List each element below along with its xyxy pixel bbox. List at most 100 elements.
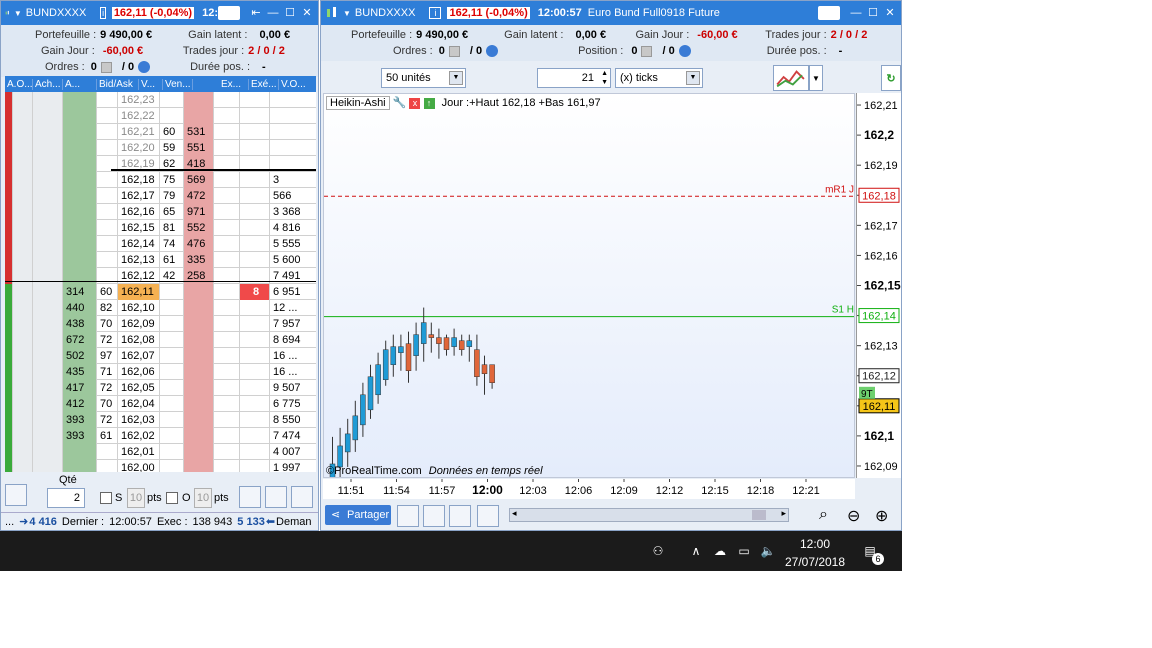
cell-ex[interactable] [240, 299, 270, 316]
volume-icon[interactable]: 🔈 [760, 543, 776, 559]
cell-v[interactable]: 74 [160, 235, 184, 252]
scroll-right-icon[interactable]: ▸ [781, 508, 786, 519]
cell-ex[interactable] [240, 171, 270, 188]
gear-icon[interactable] [678, 45, 691, 57]
cell-ven[interactable] [184, 283, 214, 300]
cell-ach[interactable]: 393 [63, 427, 97, 444]
cell-v[interactable] [160, 299, 184, 316]
cell-ven[interactable]: 335 [184, 251, 214, 268]
col-header-vo[interactable]: V.O... [279, 79, 316, 90]
units-select[interactable]: 50 unités ▼ [381, 68, 466, 88]
cell-ven[interactable] [184, 299, 214, 316]
cell-a[interactable]: 97 [97, 347, 118, 364]
cell-ao[interactable] [33, 171, 63, 188]
table-row[interactable]: 162,15 81 552 4 816 [5, 219, 316, 236]
close-indicator-icon[interactable]: x [409, 98, 421, 109]
table-row[interactable]: 438 70 162,09 7 957 [5, 315, 316, 332]
col-header-ao[interactable]: A.O... [5, 78, 33, 90]
cell-ex[interactable] [240, 123, 270, 140]
cell-price[interactable]: 162,20 [118, 139, 160, 156]
cell-ao[interactable] [33, 91, 63, 108]
cell-a[interactable]: 60 [97, 283, 118, 300]
cell-ex[interactable] [240, 235, 270, 252]
cell-ao[interactable] [33, 299, 63, 316]
cell-v[interactable] [160, 347, 184, 364]
cell-ex[interactable] [240, 427, 270, 444]
cell-a[interactable]: 70 [97, 395, 118, 412]
cell-ao[interactable] [33, 331, 63, 348]
info-icon[interactable]: i [429, 7, 442, 19]
cell-v[interactable]: 61 [160, 251, 184, 268]
cell-ach[interactable] [63, 235, 97, 252]
cell-price[interactable]: 162,17 [118, 187, 160, 204]
cell-ven[interactable] [184, 427, 214, 444]
taskbar-clock[interactable]: 12:00 27/07/2018 [780, 537, 850, 569]
table-row[interactable]: 502 97 162,07 16 ... [5, 347, 316, 364]
cell-a[interactable] [97, 459, 118, 472]
cell-price[interactable]: 162,22 [118, 107, 160, 124]
cell-ven[interactable] [184, 363, 214, 380]
cell-ach[interactable] [63, 203, 97, 220]
cell-ven[interactable]: 551 [184, 139, 214, 156]
ticks-select[interactable]: (x) ticks ▼ [615, 68, 703, 88]
cell-v[interactable] [160, 395, 184, 412]
cell-a[interactable] [97, 123, 118, 140]
table-row[interactable]: 435 71 162,06 16 ... [5, 363, 316, 380]
cell-ven[interactable] [184, 347, 214, 364]
cell-ven[interactable] [184, 315, 214, 332]
cell-ex[interactable] [240, 411, 270, 428]
col-header-exe[interactable]: Exé... [249, 78, 279, 90]
cell-ao[interactable] [33, 347, 63, 364]
chart-plot-area[interactable]: mR1 J S1 H Heikin-Ashi 🔧 x ↑ Jour :+Haut … [323, 93, 855, 478]
minimize-button[interactable]: — [266, 6, 280, 20]
cell-ao[interactable] [33, 235, 63, 252]
cell-a[interactable]: 72 [97, 331, 118, 348]
cell-a[interactable]: 72 [97, 379, 118, 396]
cell-ao[interactable] [33, 315, 63, 332]
cell-v[interactable]: 81 [160, 219, 184, 236]
cell-a[interactable]: 70 [97, 315, 118, 332]
cell-price[interactable]: 162,07 [118, 347, 160, 364]
gear-icon[interactable] [138, 61, 151, 73]
cell-ex[interactable] [240, 443, 270, 460]
cell-ao[interactable] [33, 251, 63, 268]
cancel-orders-icon[interactable] [448, 45, 460, 57]
cell-a[interactable] [97, 251, 118, 268]
chart-link-icon[interactable] [239, 486, 261, 508]
cell-price[interactable]: 162,11 [118, 283, 160, 300]
table-row[interactable]: 162,20 59 551 [5, 139, 316, 156]
maximize-button[interactable]: ☐ [866, 6, 880, 20]
table-row[interactable]: 162,01 4 007 [5, 443, 316, 460]
cell-v[interactable]: 79 [160, 187, 184, 204]
cell-price[interactable]: 162,21 [118, 123, 160, 140]
cell-ach[interactable]: 393 [63, 411, 97, 428]
cell-ven[interactable]: 472 [184, 187, 214, 204]
table-row[interactable]: 162,18 75 569 3 [5, 171, 316, 188]
cell-price[interactable]: 162,16 [118, 203, 160, 220]
cell-a[interactable]: 71 [97, 363, 118, 380]
people-icon[interactable]: ⚇ [650, 543, 666, 559]
zoom-out-icon[interactable]: ⊖ [847, 506, 860, 526]
share-button[interactable]: ⋖ Partager [325, 505, 391, 525]
cell-a[interactable] [97, 443, 118, 460]
cell-ao[interactable] [33, 427, 63, 444]
dom-title-bar[interactable]: ▼ BUNDXXXX i 162,11 (-0,04%) 12: ⇤ — ☐ ✕ [1, 1, 318, 25]
wrench-icon[interactable]: 🔧 [393, 97, 407, 109]
cell-price[interactable]: 162,08 [118, 331, 160, 348]
table-row[interactable]: 162,21 60 531 [5, 123, 316, 140]
cell-a[interactable] [97, 91, 118, 108]
cell-ao[interactable] [33, 107, 63, 124]
col-header-ach[interactable]: Ach... [33, 78, 63, 90]
table-row[interactable]: 162,22 [5, 107, 316, 124]
cell-ao[interactable] [33, 395, 63, 412]
move-up-icon[interactable]: ↑ [423, 98, 435, 109]
order-settings-icon[interactable] [5, 484, 27, 506]
stop-points-input[interactable]: 10 [127, 488, 145, 508]
cell-ao[interactable] [33, 363, 63, 380]
notes-icon[interactable] [449, 505, 471, 527]
cell-ach[interactable]: 417 [63, 379, 97, 396]
cell-ach[interactable] [63, 443, 97, 460]
cell-price[interactable]: 162,18 [118, 171, 160, 188]
cell-ex[interactable] [240, 331, 270, 348]
cell-ex[interactable] [240, 363, 270, 380]
